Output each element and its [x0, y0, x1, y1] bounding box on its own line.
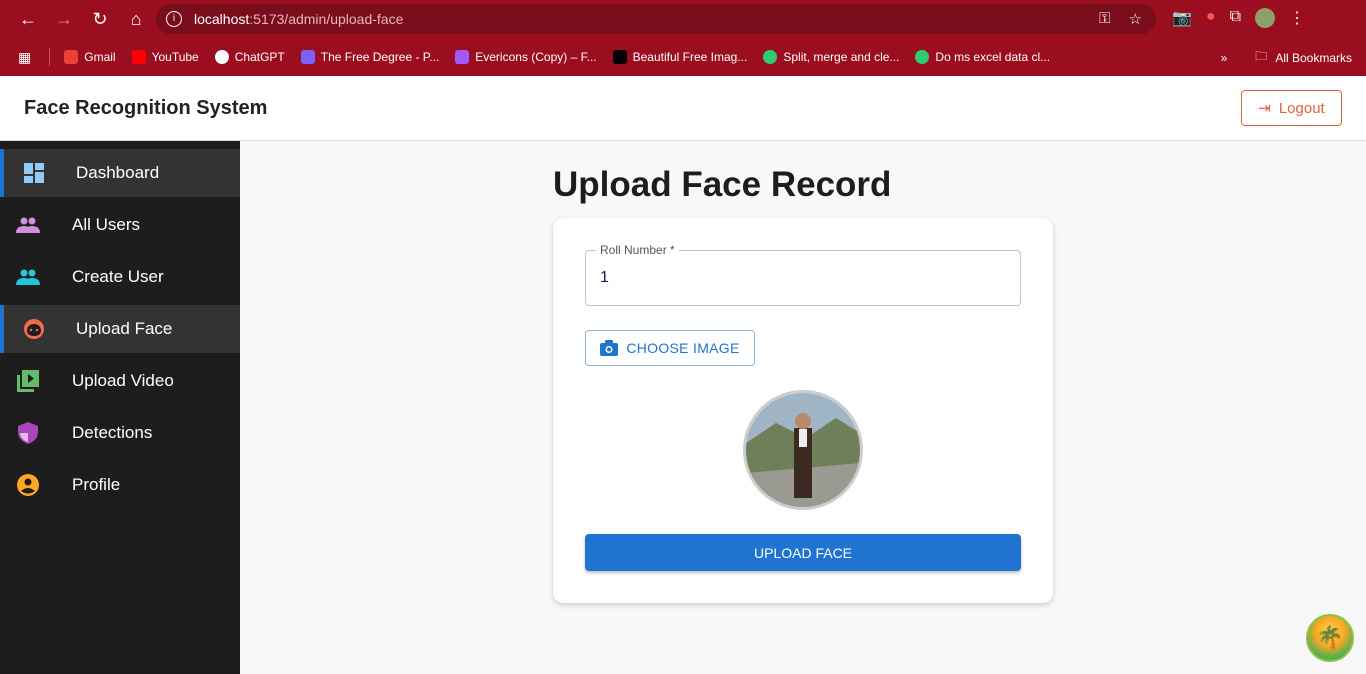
- sidebar-item-upload-video[interactable]: Upload Video: [0, 357, 240, 405]
- bookmark-label: Gmail: [84, 50, 116, 64]
- chevron-double-right-icon[interactable]: »: [1221, 51, 1228, 65]
- face-icon: [22, 317, 46, 341]
- sidebar-item-create-user[interactable]: Create User: [0, 253, 240, 301]
- video-library-icon: [16, 369, 40, 393]
- logout-label: Logout: [1278, 99, 1325, 117]
- apps-grid-icon[interactable]: ▦: [18, 49, 31, 66]
- roll-number-field[interactable]: Roll Number *: [585, 243, 1021, 306]
- camera-icon: [600, 340, 619, 356]
- menu-kebab-icon[interactable]: ⋮: [1289, 8, 1305, 28]
- extensions-puzzle-icon[interactable]: ⧉: [1230, 8, 1241, 28]
- bookmark-label: Beautiful Free Imag...: [632, 50, 748, 64]
- bookmark-favicon-icon: [131, 50, 146, 64]
- profile-avatar[interactable]: [1255, 8, 1276, 28]
- bookmark-item[interactable]: Beautiful Free Imag...: [612, 50, 748, 64]
- bookmark-label: Evericons (Copy) – F...: [475, 50, 597, 64]
- bookmark-label: Split, merge and cle...: [783, 50, 900, 64]
- sidebar: Dashboard All Users Create User Upload Face…: [0, 141, 240, 674]
- address-bar[interactable]: i localhost:5173/admin/upload-face ⚿ ☆: [156, 4, 1156, 34]
- folder-icon: 🗀: [1255, 49, 1268, 63]
- browser-chrome: ← → ↻ ⌂ i localhost:5173/admin/upload-fa…: [0, 0, 1366, 76]
- back-icon[interactable]: ←: [10, 9, 46, 30]
- reload-icon[interactable]: ↻: [82, 9, 118, 30]
- app-header: Face Recognition System: [0, 76, 1366, 141]
- sidebar-item-dashboard[interactable]: Dashboard: [0, 149, 240, 197]
- bookmark-item[interactable]: Gmail: [64, 50, 116, 64]
- choose-image-button[interactable]: CHOOSE IMAGE: [585, 330, 755, 366]
- people-icon: [16, 265, 40, 289]
- key-icon[interactable]: ⚿: [1099, 10, 1110, 28]
- bookmark-label: YouTube: [151, 50, 199, 64]
- choose-image-label: CHOOSE IMAGE: [626, 340, 740, 356]
- people-icon: [16, 213, 40, 237]
- star-icon[interactable]: ☆: [1129, 10, 1142, 28]
- roll-number-label: Roll Number *: [596, 243, 679, 257]
- sidebar-item-detections[interactable]: Detections: [0, 409, 240, 457]
- sidebar-item-label: Profile: [72, 475, 121, 494]
- bookmark-label: The Free Degree - P...: [320, 50, 440, 64]
- sidebar-item-label: Upload Video: [72, 371, 174, 390]
- sidebar-item-all-users[interactable]: All Users: [0, 201, 240, 249]
- all-bookmarks[interactable]: » 🗀 All Bookmarks: [1221, 47, 1352, 68]
- account-circle-icon: [16, 473, 40, 497]
- home-icon[interactable]: ⌂: [118, 9, 154, 30]
- shield-icon: [16, 421, 40, 445]
- bookmark-item[interactable]: Evericons (Copy) – F...: [455, 50, 597, 64]
- page-title: Upload Face Record: [553, 165, 892, 204]
- sidebar-item-label: Upload Face: [76, 319, 173, 338]
- bookmark-item[interactable]: Split, merge and cle...: [763, 50, 899, 64]
- site-info-icon[interactable]: i: [166, 11, 182, 27]
- camera-extension-icon[interactable]: 📷: [1172, 8, 1192, 28]
- extension-red-icon[interactable]: ●: [1206, 8, 1216, 28]
- upload-card: Roll Number * CHOOSE IMAGE UPLOAD FACE: [553, 218, 1053, 603]
- sidebar-item-label: Dashboard: [76, 163, 160, 182]
- bookmark-item[interactable]: Do ms excel data cl...: [915, 50, 1050, 64]
- bookmark-favicon-icon: [214, 50, 229, 64]
- floating-assistant-avatar[interactable]: 🌴: [1306, 614, 1354, 662]
- bookmark-label: Do ms excel data cl...: [935, 50, 1051, 64]
- bookmark-favicon-icon: [763, 50, 778, 64]
- roll-number-input[interactable]: [600, 269, 1000, 287]
- bookmark-favicon-icon: [455, 50, 470, 64]
- bookmark-item[interactable]: The Free Degree - P...: [300, 50, 440, 64]
- sidebar-item-label: Detections: [72, 423, 153, 442]
- logout-icon: ⇥: [1258, 100, 1271, 117]
- face-preview-image: [743, 390, 863, 510]
- forward-icon[interactable]: →: [46, 9, 82, 30]
- main-content: Upload Face Record Roll Number * CHOOSE …: [240, 141, 1366, 674]
- sidebar-item-label: All Users: [72, 215, 141, 234]
- all-bookmarks-label: All Bookmarks: [1275, 50, 1352, 65]
- bookmark-label: ChatGPT: [234, 50, 285, 64]
- sidebar-item-upload-face[interactable]: Upload Face: [0, 305, 240, 353]
- bookmark-item[interactable]: YouTube: [131, 50, 199, 64]
- bookmark-favicon-icon: [915, 50, 930, 64]
- bookmark-favicon-icon: [64, 50, 79, 64]
- app-title: Face Recognition System: [24, 96, 268, 119]
- sidebar-item-profile[interactable]: Profile: [0, 461, 240, 509]
- bookmark-favicon-icon: [300, 50, 315, 64]
- url-host: localhost: [194, 11, 250, 27]
- logout-button[interactable]: ⇥ Logout: [1241, 90, 1342, 126]
- sidebar-item-label: Create User: [72, 267, 164, 286]
- dashboard-icon: [22, 161, 46, 185]
- divider: [49, 48, 51, 66]
- bookmark-item[interactable]: ChatGPT: [214, 50, 285, 64]
- upload-face-button[interactable]: UPLOAD FACE: [585, 534, 1021, 571]
- url-path: :5173/admin/upload-face: [249, 11, 404, 27]
- bookmark-favicon-icon: [612, 50, 627, 64]
